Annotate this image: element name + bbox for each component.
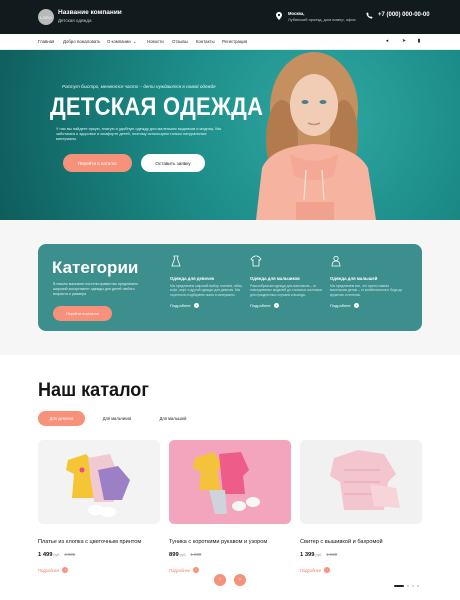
product-card[interactable]: Свитер с вышивкой и бахромой 1 399руб. 1 … [300, 440, 422, 573]
shirt-icon [250, 255, 262, 267]
header-phone[interactable]: +7 (000) 000-00-00 [378, 12, 430, 18]
category-girls-more[interactable]: Подробнее › [170, 303, 199, 308]
address-city: Москва, [288, 11, 305, 16]
tab-babies[interactable]: Для малышей [150, 411, 196, 426]
tab-boys[interactable]: Для мальчиков [93, 411, 141, 426]
product-image [300, 440, 422, 524]
arrow-right-icon: › [353, 303, 359, 308]
arrow-right-icon: › [62, 567, 69, 573]
price-value: 899 [169, 552, 179, 558]
hero-tagline: Растут быстро, меняются часто – дети нуж… [62, 84, 216, 89]
hero-description: У нас вы найдете яркую, эпатую и удобную… [56, 126, 222, 142]
product-image [38, 440, 160, 524]
categories-title: Категории [52, 258, 139, 277]
old-price: 1 000 [190, 552, 202, 557]
carousel-pagination [394, 585, 419, 587]
price-currency: руб. [53, 553, 61, 557]
carousel-prev-button[interactable]: ‹ [214, 574, 226, 586]
category-babies-more-label: Подробнее [330, 303, 351, 308]
category-boys[interactable]: Одежда для мальчиков Разнообразная одежд… [250, 254, 326, 297]
nav-item-news[interactable]: Новости [147, 39, 164, 44]
old-price: 1 500 [326, 552, 338, 557]
nav-item-about[interactable]: О компании [107, 39, 131, 44]
nav-item-reviews[interactable]: Отзывы [172, 39, 188, 44]
category-girls-more-label: Подробнее [170, 303, 191, 308]
leave-request-button[interactable]: Оставить заявку [141, 154, 205, 172]
product-name: Свитер с вышивкой и бахромой [300, 539, 383, 545]
dress-icon [171, 255, 181, 267]
product-more-link[interactable]: Подробнее › [169, 567, 291, 573]
product-more-label: Подробнее [38, 567, 60, 573]
product-more-link[interactable]: Подробнее › [38, 567, 160, 573]
tab-girls[interactable]: Для девочек [38, 411, 85, 426]
product-card[interactable]: Платье из хлопка с цветочным принтом 1 4… [38, 440, 160, 573]
product-more-link[interactable]: Подробнее › [300, 567, 422, 573]
main-nav: Главная Добро пожаловать О компании ⌄ Но… [0, 34, 460, 50]
catalog-title: Наш каталог [38, 380, 149, 401]
nav-item-register[interactable]: Регистрация [222, 39, 247, 44]
nav-item-contacts[interactable]: Контакты [196, 39, 215, 44]
baby-icon [331, 255, 341, 267]
catalog-section: Наш каталог Для девочек Для мальчиков Дл… [0, 355, 460, 600]
category-girls[interactable]: Одежда для девочек Мы предлагаем широкий… [170, 254, 246, 297]
product-name: Платье из хлопка с цветочным принтом [38, 539, 142, 545]
category-babies-text: Мы предлагаем все, что нужно самым мален… [330, 284, 403, 297]
phone-small-icon[interactable]: ▮ [415, 38, 423, 46]
price-value: 1 499 [38, 552, 53, 558]
hero-banner: Растут быстро, меняются часто – дети нуж… [0, 50, 460, 220]
company-logo[interactable]: LOGO [38, 9, 54, 25]
category-babies[interactable]: Одежда для малышей Мы предлагаем все, чт… [330, 254, 406, 297]
vk-icon[interactable]: ◂ [383, 38, 391, 46]
price-value: 1 399 [300, 552, 315, 558]
arrow-right-icon: › [193, 567, 200, 573]
product-price: 899руб. 1 000 [169, 552, 291, 558]
arrow-right-icon: › [193, 303, 199, 308]
category-boys-text: Разнообразная одежда для мальчиков – от … [250, 284, 322, 297]
location-pin-icon [276, 12, 282, 20]
arrow-right-icon: › [324, 567, 331, 573]
address-line: Лубянский проезд, дом номер, офис [288, 17, 356, 22]
arrow-right-icon: › [273, 303, 279, 308]
hero-girl-image [256, 52, 376, 220]
categories-catalog-button[interactable]: Перейти в каталог [53, 306, 112, 321]
categories-section: Категории В нашем магазине-постели прави… [0, 220, 460, 355]
hero-title: ДЕТСКАЯ ОДЕЖДА [50, 93, 264, 121]
category-boys-name: Одежда для мальчиков [250, 276, 300, 281]
company-subtitle: Детская одежда [58, 18, 92, 23]
category-girls-text: Мы предлагаем широкий выбор платьев, юбо… [170, 284, 243, 297]
product-name: Туника с короткими рукавом и узором [169, 539, 268, 545]
categories-description: В нашем магазине-постели правил вы предл… [53, 282, 138, 296]
chevron-down-icon[interactable]: ⌄ [133, 39, 136, 44]
top-bar: LOGO Название компании Детская одежда Мо… [0, 0, 460, 34]
price-currency: руб. [179, 553, 187, 557]
phone-icon [366, 12, 373, 19]
telegram-icon[interactable]: ➤ [400, 38, 408, 46]
go-to-catalog-button[interactable]: Перейти в каталог [63, 154, 132, 172]
category-babies-name: Одежда для малышей [330, 276, 378, 281]
carousel-next-button[interactable]: › [234, 574, 246, 586]
category-boys-more[interactable]: Подробнее › [250, 303, 279, 308]
product-card[interactable]: Туника с короткими рукавом и узором 899р… [169, 440, 291, 573]
product-more-label: Подробнее [300, 567, 322, 573]
old-price: 2 000 [64, 552, 76, 557]
company-name: Название компании [58, 9, 122, 16]
product-more-label: Подробнее [169, 567, 191, 573]
nav-item-home[interactable]: Главная [38, 39, 54, 44]
category-babies-more[interactable]: Подробнее › [330, 303, 359, 308]
product-price: 1 499руб. 2 000 [38, 552, 160, 558]
categories-card: Категории В нашем магазине-постели прави… [38, 244, 422, 331]
product-price: 1 399руб. 1 500 [300, 552, 422, 558]
product-image [169, 440, 291, 524]
price-currency: руб. [315, 553, 323, 557]
category-girls-name: Одежда для девочек [170, 276, 215, 281]
category-boys-more-label: Подробнее [250, 303, 271, 308]
nav-item-welcome[interactable]: Добро пожаловать [63, 39, 100, 44]
